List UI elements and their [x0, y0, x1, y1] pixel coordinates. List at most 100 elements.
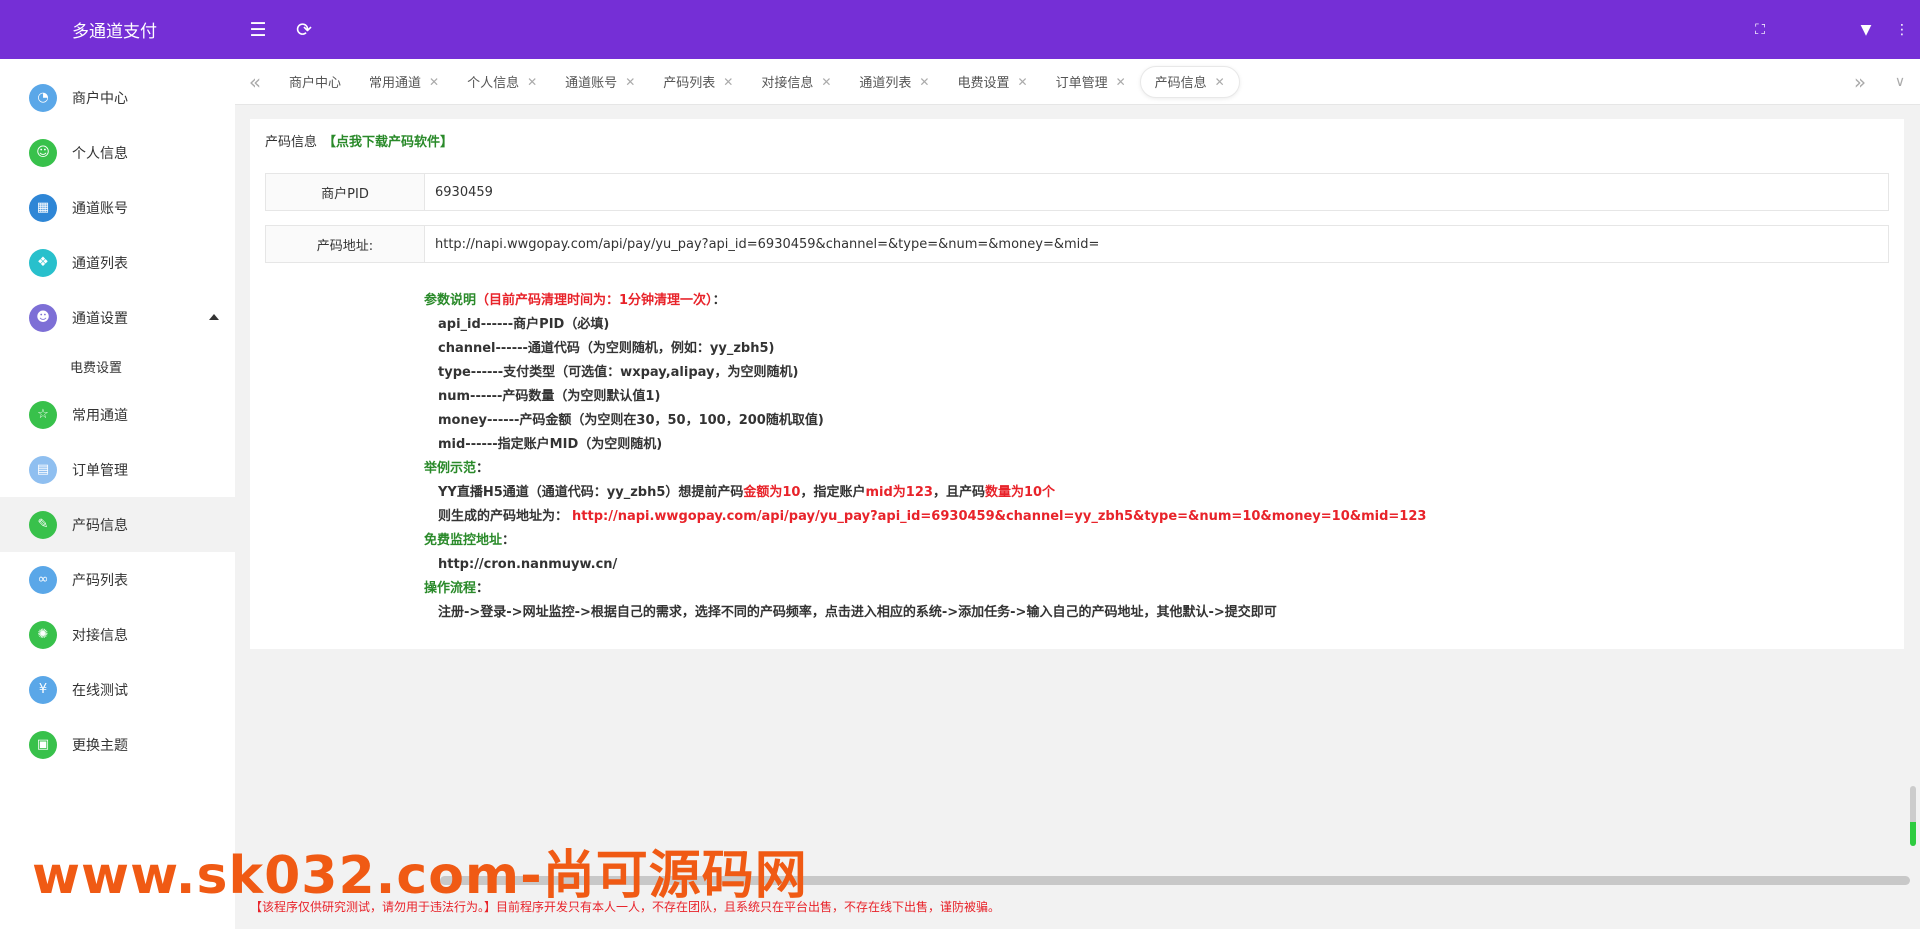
sidebar-item-code-list[interactable]: ∞ 产码列表 — [0, 552, 235, 607]
pid-label: 商户PID — [266, 174, 425, 210]
pid-row: 商户PID 6930459 — [265, 173, 1889, 211]
example-line-1: YY直播H5通道（通道代码：yy_zbh5）想提前产码金额为10，指定账户mid… — [424, 481, 1426, 505]
tab-electricity-settings[interactable]: 电费设置 ✕ — [943, 66, 1041, 98]
pid-field[interactable]: 6930459 — [425, 174, 1888, 210]
sidebar-item-label: 常用通道 — [72, 407, 128, 424]
sidebar-item-label: 商户中心 — [72, 90, 128, 107]
sidebar-item-order-management[interactable]: ▤ 订单管理 — [0, 442, 235, 497]
users-icon: ☻ — [29, 303, 57, 332]
flow-heading-text: 操作流程 — [424, 581, 477, 596]
link-icon: ∞ — [29, 565, 57, 594]
params-heading: 参数说明（目前产码清理时间为：1分钟清理一次）： — [424, 289, 1426, 313]
close-icon[interactable]: ✕ — [821, 75, 831, 89]
tab-code-info[interactable]: 产码信息 ✕ — [1139, 65, 1240, 98]
download-software-link[interactable]: 【点我下载产码软件】 — [323, 135, 453, 150]
more-vertical-icon[interactable]: ⋮ — [1884, 0, 1920, 59]
tabs-scroll-left-icon[interactable]: « — [235, 59, 275, 105]
sidebar-item-label: 订单管理 — [72, 462, 128, 479]
close-icon[interactable]: ✕ — [1116, 75, 1126, 89]
tab-label: 订单管理 — [1055, 76, 1108, 91]
flow-text: 注册->登录->网址监控->根据自己的需求，选择不同的产码频率，点击进入相应的系… — [438, 605, 1277, 620]
user-icon: ☺ — [29, 138, 57, 167]
app-title: 多通道支付 — [72, 22, 157, 42]
example-heading: 举例示范： — [424, 457, 1426, 481]
close-icon[interactable]: ✕ — [527, 75, 537, 89]
grid-icon: ▦ — [29, 193, 57, 222]
yen-icon: ¥ — [29, 675, 57, 704]
top-header: 多通道支付 ☰ ⟳ ⛶ ▼ ⋮ — [0, 0, 1920, 59]
close-icon[interactable]: ✕ — [1215, 75, 1225, 89]
settings-icon: ✺ — [29, 620, 57, 649]
params-colon: ： — [712, 293, 726, 308]
tabs-bar: « 商户中心 常用通道 ✕ 个人信息 ✕ 通道账号 ✕ 产码列表 ✕ 对接信息 ✕ 通道列… — [235, 59, 1920, 105]
sidebar-item-code-info[interactable]: ✎ 产码信息 — [0, 497, 235, 552]
sidebar-item-merchant-center[interactable]: ◔ 商户中心 — [0, 70, 235, 125]
tab-label: 电费设置 — [957, 76, 1010, 91]
tab-label: 通道列表 — [859, 76, 912, 91]
tab-channel-accounts[interactable]: 通道账号 ✕ — [551, 66, 649, 98]
flow-colon: ： — [476, 581, 490, 596]
star-icon: ☆ — [29, 400, 57, 429]
example-text: ，指定账户 — [800, 485, 866, 500]
params-note: （目前产码清理时间为：1分钟清理一次） — [476, 293, 713, 308]
apps-icon: ❖ — [29, 248, 57, 277]
sidebar-item-label: 在线测试 — [72, 682, 128, 699]
sidebar-item-profile[interactable]: ☺ 个人信息 — [0, 125, 235, 180]
chevron-down-icon[interactable]: ∨ — [1880, 59, 1920, 105]
monitor-colon: ： — [502, 533, 516, 548]
vertical-scrollbar-thumb[interactable] — [1910, 822, 1916, 846]
monitor-url[interactable]: http://cron.nanmuyw.cn/ — [424, 553, 1426, 577]
param-line: channel------通道代码（为空则随机，例如：yy_zbh5) — [438, 341, 775, 356]
tab-label: 商户中心 — [289, 76, 342, 91]
tab-label: 常用通道 — [369, 76, 422, 91]
monitor-heading: 免费监控地址： — [424, 529, 1426, 553]
menu-fold-icon[interactable]: ☰ — [235, 0, 281, 59]
parameter-docs: 参数说明（目前产码清理时间为：1分钟清理一次）： api_id------商户P… — [424, 289, 1426, 625]
example-highlight: 数量为10个 — [984, 485, 1056, 500]
sidebar-item-change-theme[interactable]: ▣ 更换主题 — [0, 717, 235, 772]
sidebar-subitem-electricity-settings[interactable]: 电费设置 — [0, 345, 235, 387]
tab-common-channels[interactable]: 常用通道 ✕ — [355, 66, 453, 98]
tab-order-management[interactable]: 订单管理 ✕ — [1042, 66, 1140, 98]
close-icon[interactable]: ✕ — [625, 75, 635, 89]
sidebar-item-integration-info[interactable]: ✺ 对接信息 — [0, 607, 235, 662]
sidebar-item-online-test[interactable]: ¥ 在线测试 — [0, 662, 235, 717]
close-icon[interactable]: ✕ — [429, 75, 439, 89]
caret-down-icon[interactable]: ▼ — [1848, 0, 1884, 59]
example-text: 则生成的产码地址为： — [438, 509, 569, 524]
tab-label: 个人信息 — [467, 76, 520, 91]
tab-integration-info[interactable]: 对接信息 ✕ — [747, 66, 845, 98]
fullscreen-icon[interactable]: ⛶ — [1742, 0, 1778, 59]
document-icon: ▤ — [29, 455, 57, 484]
site-watermark: www.sk032.com-尚可源码网 — [32, 846, 808, 906]
page-title: 产码信息 【点我下载产码软件】 — [265, 131, 453, 150]
sidebar-item-label: 更换主题 — [72, 737, 128, 754]
tab-profile[interactable]: 个人信息 ✕ — [453, 66, 551, 98]
tab-channel-list[interactable]: 通道列表 ✕ — [845, 66, 943, 98]
flow-heading: 操作流程： — [424, 577, 1426, 601]
sidebar-item-label: 通道列表 — [72, 255, 128, 272]
url-field[interactable]: http://napi.wwgopay.com/api/pay/yu_pay?a… — [425, 226, 1888, 262]
tab-merchant-center[interactable]: 商户中心 — [275, 66, 355, 98]
close-icon[interactable]: ✕ — [1018, 75, 1028, 89]
param-line: mid------指定账户MID（为空则随机) — [438, 437, 663, 452]
tab-code-list[interactable]: 产码列表 ✕ — [649, 66, 747, 98]
sidebar-item-common-channels[interactable]: ☆ 常用通道 — [0, 387, 235, 442]
vertical-scrollbar[interactable] — [1910, 786, 1916, 846]
sidebar-item-channel-accounts[interactable]: ▦ 通道账号 — [0, 180, 235, 235]
tabs-scroll-right-icon[interactable]: » — [1840, 59, 1880, 105]
tab-label: 产码列表 — [663, 76, 716, 91]
refresh-icon[interactable]: ⟳ — [281, 0, 327, 59]
sidebar-item-label: 通道设置 — [72, 310, 128, 327]
sidebar-item-channel-settings[interactable]: ☻ 通道设置 — [0, 290, 235, 345]
code-info-card: 产码信息 【点我下载产码软件】 商户PID 6930459 产码地址: http:… — [250, 119, 1904, 649]
example-text: YY直播H5通道（通道代码：yy_zbh5）想提前产码 — [438, 485, 744, 500]
close-icon[interactable]: ✕ — [919, 75, 929, 89]
footer-disclaimer: 【该程序仅供研究测试，请勿用于违法行为。】目前程序开发只有本人一人，不存在团队，… — [250, 900, 1001, 914]
sidebar-item-channel-list[interactable]: ❖ 通道列表 — [0, 235, 235, 290]
example-highlight: mid为123 — [865, 485, 933, 500]
sidebar-item-label: 对接信息 — [72, 627, 128, 644]
example-url: http://napi.wwgopay.com/api/pay/yu_pay?a… — [572, 509, 1427, 524]
tab-label: 产码信息 — [1154, 76, 1207, 91]
close-icon[interactable]: ✕ — [723, 75, 733, 89]
